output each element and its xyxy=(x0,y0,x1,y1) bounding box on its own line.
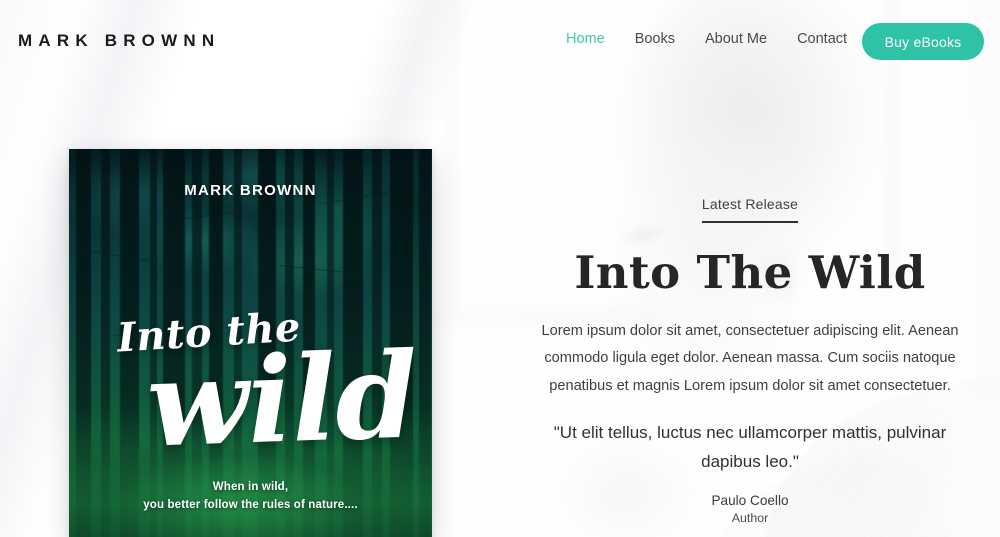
main-navigation: Home Books About Me Contact xyxy=(566,31,847,47)
release-description: Lorem ipsum dolor sit amet, consectetuer… xyxy=(541,323,959,394)
cover-tagline-line-1: When in wild, xyxy=(212,481,289,494)
cover-tagline-line-2: you better follow the rules of nature...… xyxy=(143,499,358,512)
landing-page-stage: MARK BROWNN Home Books About Me Contact … xyxy=(0,0,1000,537)
cover-author-name: MARK BROWNN xyxy=(184,182,317,199)
cover-title-line-2: wild xyxy=(144,325,420,474)
buy-ebooks-button[interactable]: Buy eBooks xyxy=(862,23,984,60)
release-quote: "Ut elit tellus, luctus nec ullamcorper … xyxy=(553,422,947,471)
quote-attribution-name: Paulo Coello xyxy=(711,493,789,509)
latest-release-panel: Latest Release Into The Wild Lorem ipsum… xyxy=(520,196,980,527)
nav-item-contact[interactable]: Contact xyxy=(797,31,847,47)
brand-logo[interactable]: MARK BROWNN xyxy=(18,31,220,51)
release-title: Into The Wild xyxy=(574,246,926,299)
nav-item-books[interactable]: Books xyxy=(635,31,675,47)
book-cover-card[interactable]: MARK BROWNN Into the wild When in wild, … xyxy=(69,149,432,537)
latest-release-eyebrow: Latest Release xyxy=(701,196,799,223)
nav-item-about-me[interactable]: About Me xyxy=(705,31,767,47)
site-header: MARK BROWNN Home Books About Me Contact … xyxy=(0,0,1000,82)
nav-item-home[interactable]: Home xyxy=(566,31,605,47)
quote-attribution-role: Author xyxy=(731,511,769,526)
cover-tagline: When in wild, you better follow the rule… xyxy=(69,479,432,515)
